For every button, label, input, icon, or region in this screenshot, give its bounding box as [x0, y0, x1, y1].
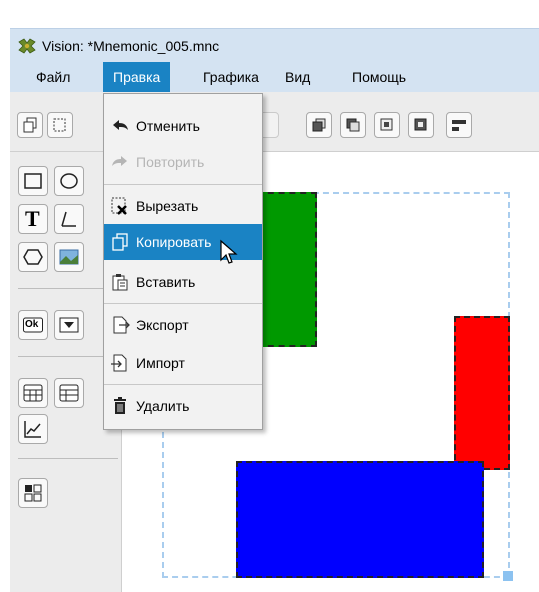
red-rectangle[interactable]: [454, 316, 510, 470]
menu-help[interactable]: Помощь: [342, 62, 416, 92]
toolbar: [10, 92, 539, 152]
polyline-tool-button[interactable]: [54, 204, 84, 234]
image-tool-button[interactable]: [54, 242, 84, 272]
text-tool-icon: T: [25, 206, 40, 231]
menu-item-redo[interactable]: Повторить: [104, 144, 262, 180]
grid-icon: [59, 384, 79, 402]
send-back-icon: [346, 118, 360, 132]
undo-icon: [113, 120, 128, 130]
app-logo-icon: [18, 38, 36, 54]
toolbar-arrange-button-1[interactable]: [306, 112, 332, 138]
mouse-pointer-icon: [220, 239, 238, 264]
dropdown-icon: [59, 317, 79, 333]
ok-button-label: Ok: [25, 319, 39, 330]
layout-tool-button[interactable]: [18, 478, 48, 508]
import-icon: [111, 354, 127, 372]
toolbar-arrange-button-3[interactable]: [374, 112, 400, 138]
grid-tool-button[interactable]: [54, 378, 84, 408]
toolbar-arrange-button-4[interactable]: [408, 112, 434, 138]
bring-front-icon: [312, 118, 326, 132]
toolbar-copy-button[interactable]: [17, 112, 43, 138]
menu-item-export[interactable]: Экспорт: [104, 307, 262, 343]
menu-view[interactable]: Вид: [275, 62, 320, 92]
paste-icon: [112, 274, 128, 291]
rectangle-tool-button[interactable]: [18, 166, 48, 196]
cut-icon: [111, 197, 127, 215]
align-icon: [452, 120, 466, 131]
blue-rectangle[interactable]: [236, 461, 484, 578]
menu-item-import[interactable]: Импорт: [104, 345, 262, 381]
layout-icon: [24, 484, 42, 502]
redo-icon: [112, 156, 127, 166]
polygon-tool-button[interactable]: [18, 242, 48, 272]
hexagon-icon: [23, 249, 43, 265]
menu-item-cut[interactable]: Вырезать: [104, 188, 262, 224]
chart-tool-button[interactable]: [18, 414, 48, 444]
tools-separator: [18, 458, 118, 459]
chart-icon: [24, 421, 41, 438]
polyline-icon: [61, 211, 76, 227]
menu-graphics[interactable]: Графика: [193, 62, 269, 92]
menu-item-undo[interactable]: Отменить: [104, 108, 262, 144]
menu-file[interactable]: Файл: [26, 62, 80, 92]
combobox-tool-button[interactable]: [54, 310, 84, 340]
menu-item-delete[interactable]: Удалить: [104, 388, 262, 424]
text-tool-button[interactable]: T: [18, 204, 48, 234]
rectangle-icon: [24, 173, 42, 189]
desktop-strip: [0, 0, 539, 28]
ellipse-tool-button[interactable]: [54, 166, 84, 196]
menu-separator: [104, 384, 262, 385]
toolbar-align-button[interactable]: [446, 112, 472, 138]
forward-icon: [380, 118, 393, 131]
toolbar-arrange-button-2[interactable]: [340, 112, 366, 138]
menu-separator: [104, 303, 262, 304]
copy-icon: [112, 233, 128, 251]
menu-item-paste[interactable]: Вставить: [104, 264, 262, 300]
menu-bar: Файл Правка Графика Вид Помощь: [10, 62, 539, 92]
menu-separator: [104, 184, 262, 185]
export-icon: [113, 316, 130, 334]
copy-icon: [23, 117, 37, 133]
cut-icon: [53, 118, 66, 132]
resize-handle[interactable]: [503, 571, 513, 581]
ellipse-icon: [60, 173, 78, 189]
trash-icon: [114, 397, 126, 414]
toolbar-cut-button[interactable]: [47, 112, 73, 138]
edit-menu-dropdown: Отменить Повторить Вырезать Копировать В…: [103, 93, 263, 430]
menu-edit[interactable]: Правка: [103, 62, 171, 92]
title-bar: Vision: *Mnemonic_005.mnc: [10, 28, 539, 62]
image-icon: [59, 249, 79, 265]
green-rectangle[interactable]: [257, 192, 317, 347]
button-tool-button[interactable]: Ok: [18, 310, 48, 340]
table-icon: [23, 384, 43, 402]
table-tool-button[interactable]: [18, 378, 48, 408]
backward-icon: [414, 118, 427, 131]
window-title: Vision: *Mnemonic_005.mnc: [42, 38, 220, 54]
